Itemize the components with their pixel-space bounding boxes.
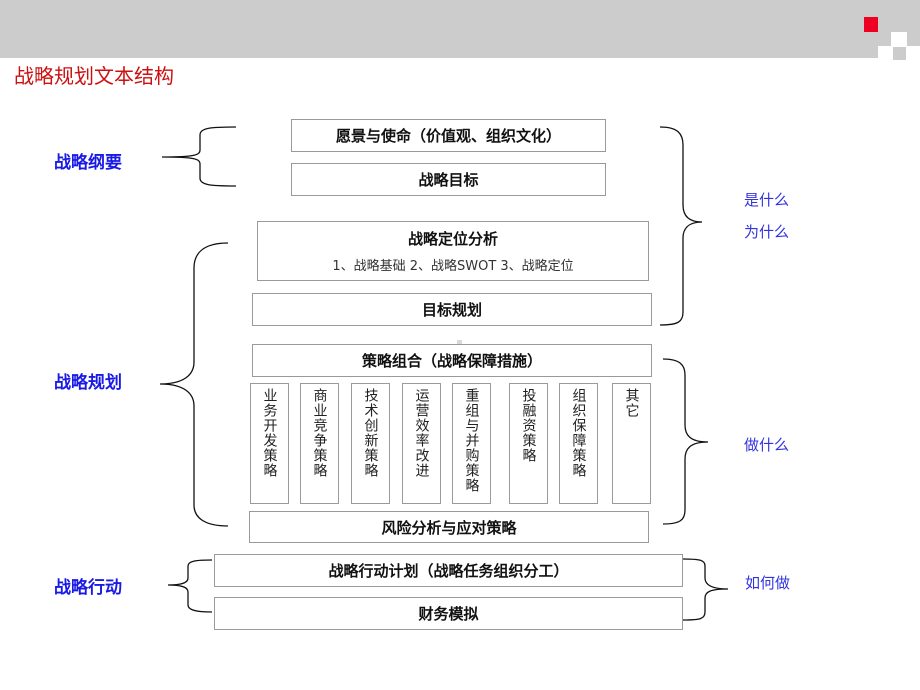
box-vision-mission: 愿景与使命（价值观、组织文化） [291, 119, 606, 152]
label-do-what: 做什么 [744, 436, 790, 454]
strategy-column: 业务开发策略 [250, 383, 289, 504]
label-strategy-action: 战略行动 [54, 578, 122, 598]
box-risk-analysis: 风险分析与应对策略 [249, 511, 649, 543]
strategy-column-text: 业务开发策略 [261, 388, 278, 478]
brace-what-why [659, 126, 703, 326]
strategy-column-text: 商业竞争策略 [311, 388, 328, 478]
strategy-column: 组织保障策略 [559, 383, 598, 504]
strategy-column: 运营效率改进 [402, 383, 441, 504]
brace-action [167, 559, 213, 613]
label-what-why: 是什么 为什么 [744, 187, 789, 245]
box-strategic-positioning: 战略定位分析 1、战略基础 2、战略SWOT 3、战略定位 [257, 221, 649, 281]
label-how: 如何做 [745, 574, 791, 592]
box-strategy-mix-text: 策略组合（战略保障措施） [361, 352, 542, 370]
box-target-planning: 目标规划 [252, 293, 652, 326]
brace-how [682, 558, 729, 621]
strategy-column: 重组与并购策略 [452, 383, 491, 504]
box-positioning-title: 战略定位分析 [407, 230, 498, 248]
box-vision-mission-text: 愿景与使命（价值观、组织文化） [335, 127, 561, 145]
brace-do-what [662, 358, 709, 525]
label-strategy-planning: 战略规划 [54, 373, 122, 393]
box-strategic-goal: 战略目标 [291, 163, 606, 196]
strategy-column: 投融资策略 [509, 383, 548, 504]
strategy-column-text: 重组与并购策略 [463, 388, 480, 493]
brace-planning [159, 242, 229, 527]
strategy-column-text: 投融资策略 [520, 388, 537, 463]
box-strategic-goal-text: 战略目标 [418, 171, 479, 189]
strategy-column-text: 技术创新策略 [362, 388, 379, 478]
box-action-plan: 战略行动计划（战略任务组织分工） [214, 554, 683, 587]
strategy-column: 技术创新策略 [351, 383, 390, 504]
strategy-column-text: 其它 [623, 388, 640, 418]
strategy-column: 其它 [612, 383, 651, 504]
strategy-column: 商业竞争策略 [300, 383, 339, 504]
box-target-planning-text: 目标规划 [421, 301, 482, 319]
box-action-plan-text: 战略行动计划（战略任务组织分工） [328, 562, 569, 580]
strategy-column-text: 组织保障策略 [570, 388, 587, 478]
strategy-column-text: 运营效率改进 [413, 388, 430, 478]
box-risk-analysis-text: 风险分析与应对策略 [381, 518, 517, 537]
box-positioning-subtitle: 1、战略基础 2、战略SWOT 3、战略定位 [332, 259, 574, 274]
box-strategy-mix: 策略组合（战略保障措施） [252, 344, 652, 377]
box-financial-simulation: 财务模拟 [214, 597, 683, 630]
label-what: 是什么 [744, 191, 790, 209]
label-why: 为什么 [744, 223, 790, 241]
brace-outline [161, 126, 237, 187]
box-financial-simulation-text: 财务模拟 [418, 605, 479, 623]
label-strategy-outline: 战略纲要 [54, 153, 122, 173]
